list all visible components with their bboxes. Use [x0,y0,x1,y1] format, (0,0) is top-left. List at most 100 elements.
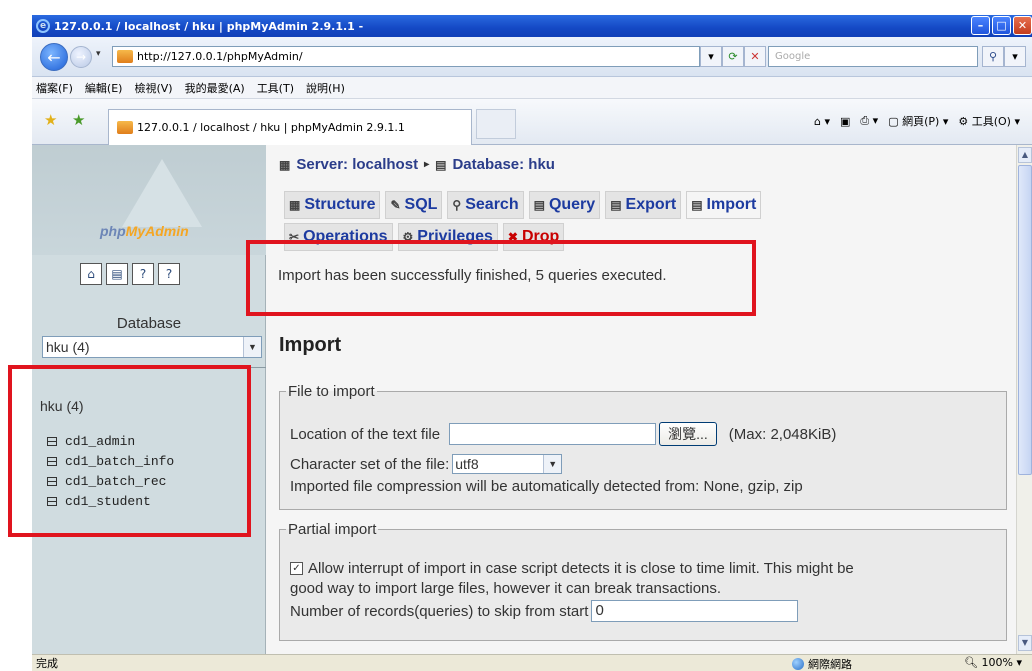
export-icon: ▤ [610,198,622,212]
logo-text: phpMyAdmin [100,223,189,239]
tab-query-label: Query [548,196,596,213]
tab-export-label: Export [625,196,677,213]
zoom-icon: 🔍︎ [964,656,979,669]
globe-icon [792,658,804,670]
search-input[interactable]: Google [768,46,978,67]
database-label: Database [116,315,182,332]
new-tab-button[interactable] [476,109,516,139]
browse-button[interactable]: 瀏覽... [659,422,717,446]
structure-icon: ▦ [289,198,301,212]
sailboat-logo-icon [122,159,202,227]
home-icon[interactable]: ⌂ ▾ [814,115,830,128]
interrupt-text-1: Allow interrupt of import in case script… [308,560,854,577]
forward-button[interactable]: → [70,46,92,68]
chevron-down-icon: ▼ [243,337,261,357]
address-url: http://127.0.0.1/phpMyAdmin/ [137,50,303,63]
database-select[interactable]: hku (4) ▼ [42,336,262,358]
security-zone: 網際網路 [792,656,852,671]
refresh-icon[interactable]: ⟳ [722,46,744,67]
database-icon: ▤ [435,157,447,172]
menu-tools[interactable]: 工具(T) [257,80,294,96]
highlight-annotation-box [246,240,756,316]
server-icon: ▦ [279,157,291,172]
search-icon: ⚲ [452,198,462,212]
scrollbar-thumb[interactable] [1018,165,1032,475]
breadcrumb-database[interactable]: Database: hku [452,156,555,173]
feeds-icon[interactable]: ▣ [840,115,850,128]
window-titlebar: e 127.0.0.1 / localhost / hku | phpMyAdm… [32,15,1032,37]
logo-myadmin: MyAdmin [125,223,189,239]
highlight-annotation-box [8,365,251,537]
minimize-button[interactable]: – [971,16,990,35]
import-icon: ▤ [691,198,703,212]
home-icon[interactable]: ⌂ [80,263,102,285]
breadcrumb-separator-icon: ▸ [424,159,430,170]
page-menu-label: 網頁(P) [902,115,940,128]
vertical-scrollbar[interactable]: ▲ ▼ [1016,145,1032,654]
favorites-star-icon[interactable]: ★ [44,111,57,129]
max-size-label: (Max: 2,048KiB) [728,425,837,443]
charset-label: Character set of the file: [290,455,450,473]
breadcrumb-server[interactable]: Server: localhost [296,156,418,173]
tab-query[interactable]: ▤ Query [528,191,601,219]
skip-label: Number of records(queries) to skip from … [290,602,589,620]
tab-sql-label: SQL [404,196,438,213]
docs-icon[interactable]: ? [132,263,154,285]
address-toolbar: ← → ▾ http://127.0.0.1/phpMyAdmin/ ▾ ⟳ ✕… [32,37,1032,77]
partial-import-legend: Partial import [288,521,377,538]
file-to-import-legend: File to import [288,383,375,400]
ie-command-bar: ⌂ ▾ ▣ ⎙ ▾ ▢ 網頁(P) ▾ ⚙ 工具(O) ▾ [814,113,1020,129]
tools-menu-label: 工具(O) [971,115,1011,128]
tools-menu[interactable]: ⚙ 工具(O) ▾ [958,113,1020,129]
compression-text: Imported file compression will be automa… [290,478,803,495]
charset-value: utf8 [455,456,479,472]
scroll-up-icon[interactable]: ▲ [1018,147,1032,163]
help-icon[interactable]: ? [158,263,180,285]
address-input[interactable]: http://127.0.0.1/phpMyAdmin/ [112,46,700,67]
search-icon[interactable]: ⚲ [982,46,1004,67]
scroll-down-icon[interactable]: ▼ [1018,635,1032,651]
tab-import-label: Import [706,196,757,213]
address-dropdown-button[interactable]: ▾ [700,46,722,67]
stop-icon[interactable]: ✕ [744,46,766,67]
maximize-button[interactable]: □ [992,16,1011,35]
menu-file[interactable]: 檔案(F) [36,80,73,96]
menu-help[interactable]: 說明(H) [306,80,345,96]
pma-favicon-icon [117,50,133,63]
tab-search[interactable]: ⚲ Search [447,191,524,219]
tab-sql[interactable]: ✎ SQL [385,191,443,219]
tab-structure[interactable]: ▦ Structure [284,191,381,219]
page-title: Import [279,334,342,356]
file-path-input[interactable] [449,423,657,445]
tab-phpmyadmin[interactable]: 127.0.0.1 / localhost / hku | phpMyAdmin… [108,109,472,145]
database-select-value: hku (4) [46,339,90,355]
skip-row: Number of records(queries) to skip from … [290,600,799,622]
search-options-button[interactable]: ▾ [1004,46,1026,67]
tabs-row-1: ▦ Structure ✎ SQL ⚲ Search ▤ Query ▤ Export ▤… [284,191,762,219]
history-dropdown-icon[interactable]: ▾ [96,49,101,59]
phpmyadmin-logo[interactable]: phpMyAdmin [32,145,266,255]
close-button[interactable]: ✕ [1013,16,1032,35]
tab-export[interactable]: ▤ Export [605,191,682,219]
page-menu[interactable]: ▢ 網頁(P) ▾ [888,113,948,129]
allow-interrupt-checkbox[interactable]: ✓ [290,562,303,575]
chevron-down-icon: ▼ [543,455,562,473]
skip-queries-input[interactable]: 0 [591,600,799,622]
interrupt-row: ✓ Allow interrupt of import in case scri… [290,560,854,577]
status-text: 完成 [36,657,58,670]
breadcrumb: ▦ Server: localhost ▸ ▤ Database: hku [279,156,555,173]
add-favorite-icon[interactable]: ★ [72,111,85,129]
sql-icon: ✎ [390,198,401,212]
back-button[interactable]: ← [40,43,68,71]
quick-icons: ⌂ ▤ ? ? [80,263,180,285]
zoom-level: 100% [981,656,1013,669]
menu-edit[interactable]: 編輯(E) [85,80,123,96]
zoom-control[interactable]: 🔍︎ 100% ▾ [964,656,1022,669]
logo-php: php [100,223,126,239]
charset-select[interactable]: utf8 ▼ [452,454,563,474]
print-icon[interactable]: ⎙ ▾ [860,114,878,128]
sql-query-icon[interactable]: ▤ [106,263,128,285]
menu-view[interactable]: 檢視(V) [134,80,172,96]
tab-import[interactable]: ▤ Import [686,191,762,219]
menu-favorites[interactable]: 我的最愛(A) [185,80,245,96]
